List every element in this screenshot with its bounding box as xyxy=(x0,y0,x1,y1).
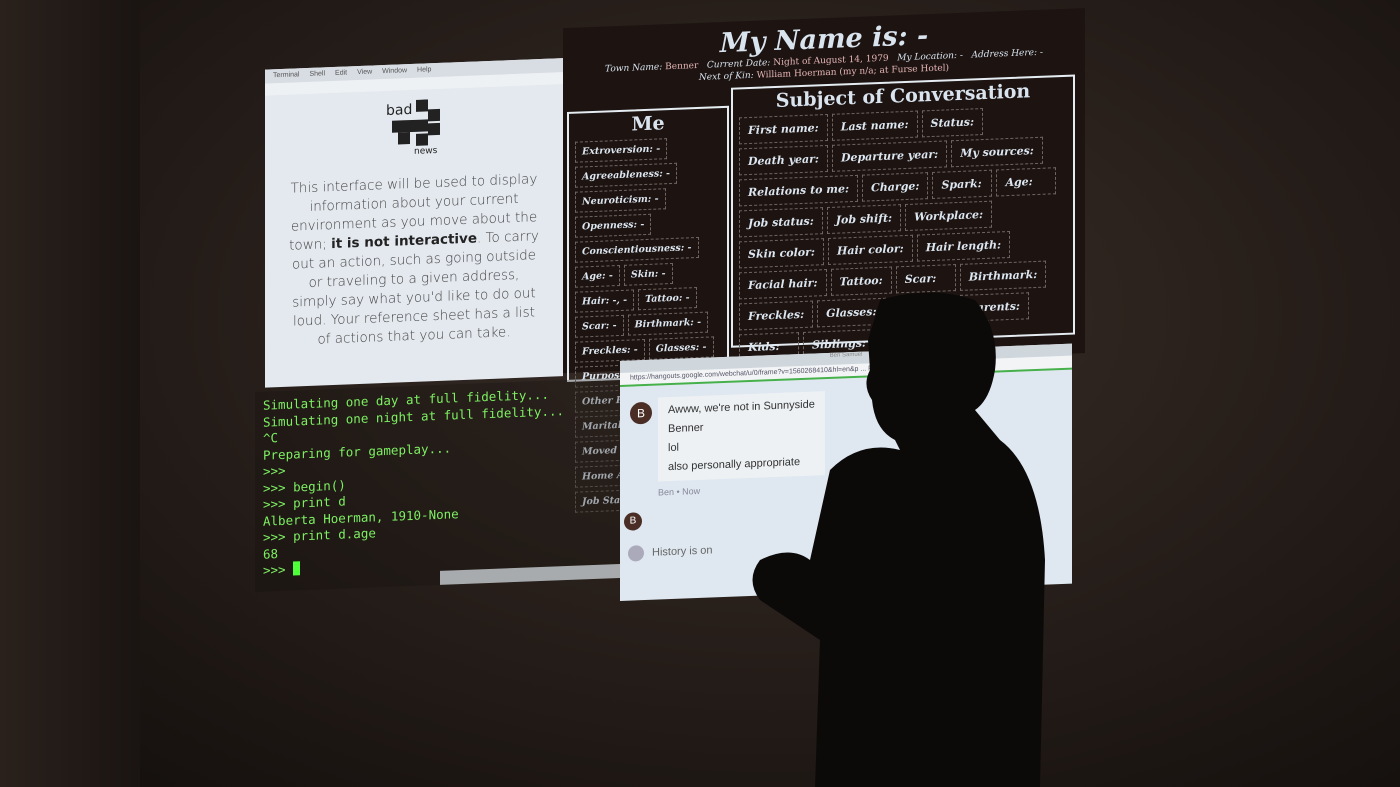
cursor xyxy=(293,561,301,576)
character-sheet: My Name is: - Town Name: Benner Current … xyxy=(563,8,1085,513)
subject-field: Freckles: xyxy=(739,300,814,331)
subject-field: Skin color: xyxy=(739,238,824,269)
subject-field: First name: xyxy=(739,113,828,145)
avatar: B xyxy=(630,401,652,425)
python-terminal[interactable]: Simulating one day at full fidelity... Si… xyxy=(255,377,625,592)
room-corner xyxy=(0,0,140,787)
svg-text:news: news xyxy=(414,146,438,157)
menu-help[interactable]: Help xyxy=(417,66,431,75)
subject-field: Spouse: xyxy=(889,295,956,325)
message-meta: Ben • Now xyxy=(658,485,701,498)
menu-window[interactable]: Window xyxy=(382,67,407,76)
me-field: Freckles: - xyxy=(575,339,645,363)
me-field: Agreeableness: - xyxy=(575,162,677,188)
subject-field: Age: xyxy=(996,167,1057,197)
me-field: Openness: - xyxy=(575,213,652,238)
menu-edit[interactable]: Edit xyxy=(335,69,347,77)
avatar-small: B xyxy=(624,512,642,531)
subject-field: Scar: xyxy=(895,264,956,294)
menu-terminal[interactable]: Terminal xyxy=(273,71,299,80)
me-heading: Me xyxy=(631,112,665,136)
me-panel: Me Extroversion: - Agreeableness: - Neurot… xyxy=(567,105,729,513)
subject-field: Hair color: xyxy=(827,234,913,265)
menu-shell[interactable]: Shell xyxy=(309,70,325,79)
bad-news-logo: bad news xyxy=(386,99,440,157)
subject-field: Charge: xyxy=(862,172,929,202)
subject-field: Relations to me: xyxy=(739,174,859,207)
me-field: Skin: - xyxy=(623,262,673,286)
subject-field: Parents: xyxy=(959,292,1029,322)
me-field: Conscientiousness: - xyxy=(575,236,699,263)
subject-field: Glasses: xyxy=(817,297,886,328)
message-bubble: Awww, we're not in Sunnyside Benner lol als… xyxy=(658,391,825,482)
subject-field: Departure year: xyxy=(831,140,948,172)
me-field: Birthmark: - xyxy=(627,311,709,336)
me-field: Tattoo: - xyxy=(638,287,697,311)
subject-field: Job status: xyxy=(739,207,823,238)
me-field: Glasses: - xyxy=(648,336,714,360)
subject-panel: Subject of Conversation First name: Last … xyxy=(731,74,1075,362)
svg-text:bad: bad xyxy=(386,102,412,119)
me-field: Neuroticism: - xyxy=(575,188,666,213)
hangouts-chat-window: Ben Samuel https://hangouts.google.com/w… xyxy=(620,343,1072,601)
subject-field: Death year: xyxy=(739,144,828,176)
intro-text: This interface will be used to display i… xyxy=(289,171,539,348)
projection-screen: Terminal Shell Edit View Window Help bad… xyxy=(255,0,1085,620)
subject-field: Status: xyxy=(921,108,983,138)
subject-field: Birthmark: xyxy=(959,260,1047,291)
subject-field: My sources: xyxy=(951,136,1043,168)
menu-view[interactable]: View xyxy=(357,68,372,77)
subject-field: Hair length: xyxy=(916,230,1011,262)
me-field: Hair: -, - xyxy=(575,289,635,313)
subject-field: Spark: xyxy=(932,169,993,199)
subject-field: Tattoo: xyxy=(830,266,892,296)
chat-input[interactable]: History is on xyxy=(628,542,713,562)
me-field: Scar: - xyxy=(575,314,624,338)
subject-field: Facial hair: xyxy=(739,269,827,300)
me-field: Age: - xyxy=(575,264,620,288)
me-field: Extroversion: - xyxy=(575,138,668,163)
subject-field: Workplace: xyxy=(905,200,993,232)
subject-field: Job shift: xyxy=(826,204,902,235)
emoji-icon[interactable] xyxy=(628,545,644,562)
history-status: History is on xyxy=(652,544,713,559)
bad-news-window: Terminal Shell Edit View Window Help bad… xyxy=(265,58,563,388)
subject-field: Last name: xyxy=(831,110,918,141)
